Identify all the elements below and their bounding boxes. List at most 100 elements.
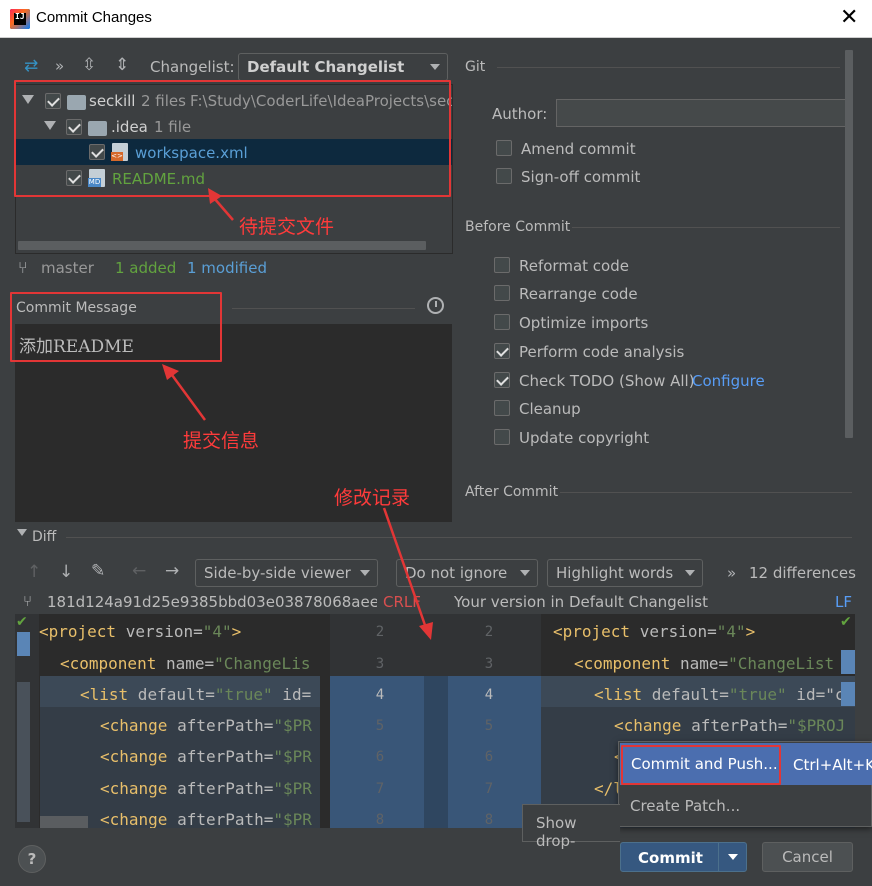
line-number: 6	[484, 749, 494, 765]
modified-count: 1 modified	[187, 259, 267, 277]
right-line: <component name="ChangeList	[574, 654, 835, 673]
rearrange-checkbox[interactable]	[494, 285, 510, 301]
ok-check-icon: ✔	[840, 614, 852, 630]
diff-label: Diff	[32, 529, 57, 545]
left-line: <change afterPath="$PR	[100, 716, 312, 735]
collapse-all-icon[interactable]: ⇕	[115, 56, 129, 74]
line-number: 7	[375, 781, 385, 797]
ignore-value: Do not ignore	[405, 564, 508, 582]
left-line-fragment	[40, 816, 88, 828]
history-clock-icon[interactable]	[427, 297, 444, 314]
copyright-label[interactable]: Update copyright	[519, 429, 649, 447]
gutter-marker	[17, 632, 30, 656]
line-number: 3	[484, 656, 494, 672]
highlight-value: Highlight words	[556, 564, 674, 582]
line-number: 6	[375, 749, 385, 765]
left-line: <list default="true" id=	[80, 685, 312, 704]
options-scrollbar[interactable]	[845, 50, 853, 438]
expand-all-icon[interactable]: ⇳	[82, 56, 96, 74]
prev-diff-icon[interactable]: ↑	[27, 563, 41, 581]
help-button[interactable]: ?	[18, 845, 46, 873]
line-number: 3	[375, 656, 385, 672]
left-line: <change afterPath="$PR	[100, 747, 312, 766]
right-line: <change afterPath="$PROJ	[614, 716, 846, 735]
highlight-select[interactable]: Highlight words	[547, 559, 703, 587]
amend-checkbox[interactable]	[496, 140, 512, 156]
optimize-checkbox[interactable]	[494, 314, 510, 330]
left-line: <change afterPath="$PR	[100, 779, 312, 798]
commit-button[interactable]: Commit	[620, 842, 747, 872]
close-icon[interactable]: ✕	[840, 6, 858, 30]
chevron-down-icon	[360, 570, 370, 576]
branch-icon: ⑂	[18, 258, 28, 277]
reformat-label[interactable]: Reformat code	[519, 257, 629, 275]
cleanup-label[interactable]: Cleanup	[519, 400, 581, 418]
next-diff-icon[interactable]: ↓	[59, 563, 73, 581]
menu-shortcut: Ctrl+Alt+K	[793, 756, 872, 774]
edit-pencil-icon[interactable]: ✎	[91, 562, 105, 580]
analysis-checkbox[interactable]	[494, 343, 510, 359]
more-icon[interactable]: »	[55, 57, 64, 75]
differences-count: 12 differences	[749, 564, 856, 582]
before-commit-title: Before Commit	[465, 219, 571, 235]
line-number: 5	[484, 718, 494, 734]
line-number: 8	[375, 812, 385, 828]
refresh-diff-icon[interactable]: ⇄	[24, 57, 38, 75]
line-number: 8	[484, 812, 494, 828]
divider	[497, 67, 840, 68]
tooltip: Show drop-	[522, 804, 620, 850]
line-number: 4	[375, 687, 385, 703]
diff-collapse-icon[interactable]	[17, 529, 27, 536]
commit-label: Commit	[638, 849, 703, 867]
added-count: 1 added	[115, 259, 177, 277]
chevron-down-icon	[520, 570, 530, 576]
signoff-checkbox[interactable]	[496, 168, 512, 184]
ignore-select[interactable]: Do not ignore	[396, 559, 538, 587]
commit-hash-icon: ⑂	[23, 592, 33, 610]
changelist-select[interactable]: Default Changelist	[238, 53, 448, 81]
left-line: <component name="ChangeLis	[60, 654, 311, 673]
divider	[66, 537, 852, 538]
right-line: <project version="4">	[553, 622, 756, 641]
annotation-box-message	[10, 292, 222, 362]
gutter-connector	[424, 676, 448, 828]
after-commit-title: After Commit	[465, 484, 559, 500]
left-eol[interactable]: CRLF	[383, 593, 421, 611]
menu-item-create-patch[interactable]: Create Patch...	[630, 797, 740, 815]
reformat-checkbox[interactable]	[494, 257, 510, 273]
back-arrow-icon[interactable]: ←	[132, 562, 146, 580]
left-edge	[320, 614, 330, 828]
cancel-button[interactable]: Cancel	[762, 842, 853, 872]
chevron-down-icon	[430, 64, 440, 70]
analysis-label[interactable]: Perform code analysis	[519, 343, 684, 361]
left-line: <project version="4">	[39, 622, 242, 641]
rearrange-label[interactable]: Rearrange code	[519, 285, 638, 303]
amend-label[interactable]: Amend commit	[521, 140, 636, 158]
tree-horizontal-scrollbar[interactable]	[18, 241, 426, 250]
viewer-select[interactable]: Side-by-side viewer	[195, 559, 378, 587]
git-section-title: Git	[465, 59, 486, 75]
title-bar: IJ Commit Changes ✕	[0, 0, 872, 38]
left-line: <change afterPath="$PR	[100, 810, 312, 828]
forward-arrow-icon[interactable]: →	[165, 562, 179, 580]
todo-checkbox[interactable]	[494, 372, 510, 388]
todo-label[interactable]: Check TODO (Show All)	[519, 372, 695, 390]
changelist-value: Default Changelist	[247, 58, 405, 76]
copyright-checkbox[interactable]	[494, 429, 510, 445]
right-eol[interactable]: LF	[835, 593, 852, 611]
cleanup-checkbox[interactable]	[494, 400, 510, 416]
configure-link[interactable]: Configure	[692, 372, 765, 390]
right-title: Your version in Default Changelist	[454, 593, 708, 611]
author-label: Author:	[492, 105, 548, 123]
author-input[interactable]	[556, 99, 850, 127]
tooltip-text: Show drop-	[536, 814, 577, 850]
chevron-down-icon[interactable]	[728, 854, 738, 860]
annotation-pending-files: 待提交文件	[239, 216, 335, 238]
more-icon[interactable]: »	[727, 564, 736, 582]
signoff-label[interactable]: Sign-off commit	[521, 168, 640, 186]
line-number: 2	[484, 624, 494, 640]
line-number: 5	[375, 718, 385, 734]
split-divider	[718, 843, 719, 871]
optimize-label[interactable]: Optimize imports	[519, 314, 648, 332]
gutter-marker	[17, 682, 30, 822]
